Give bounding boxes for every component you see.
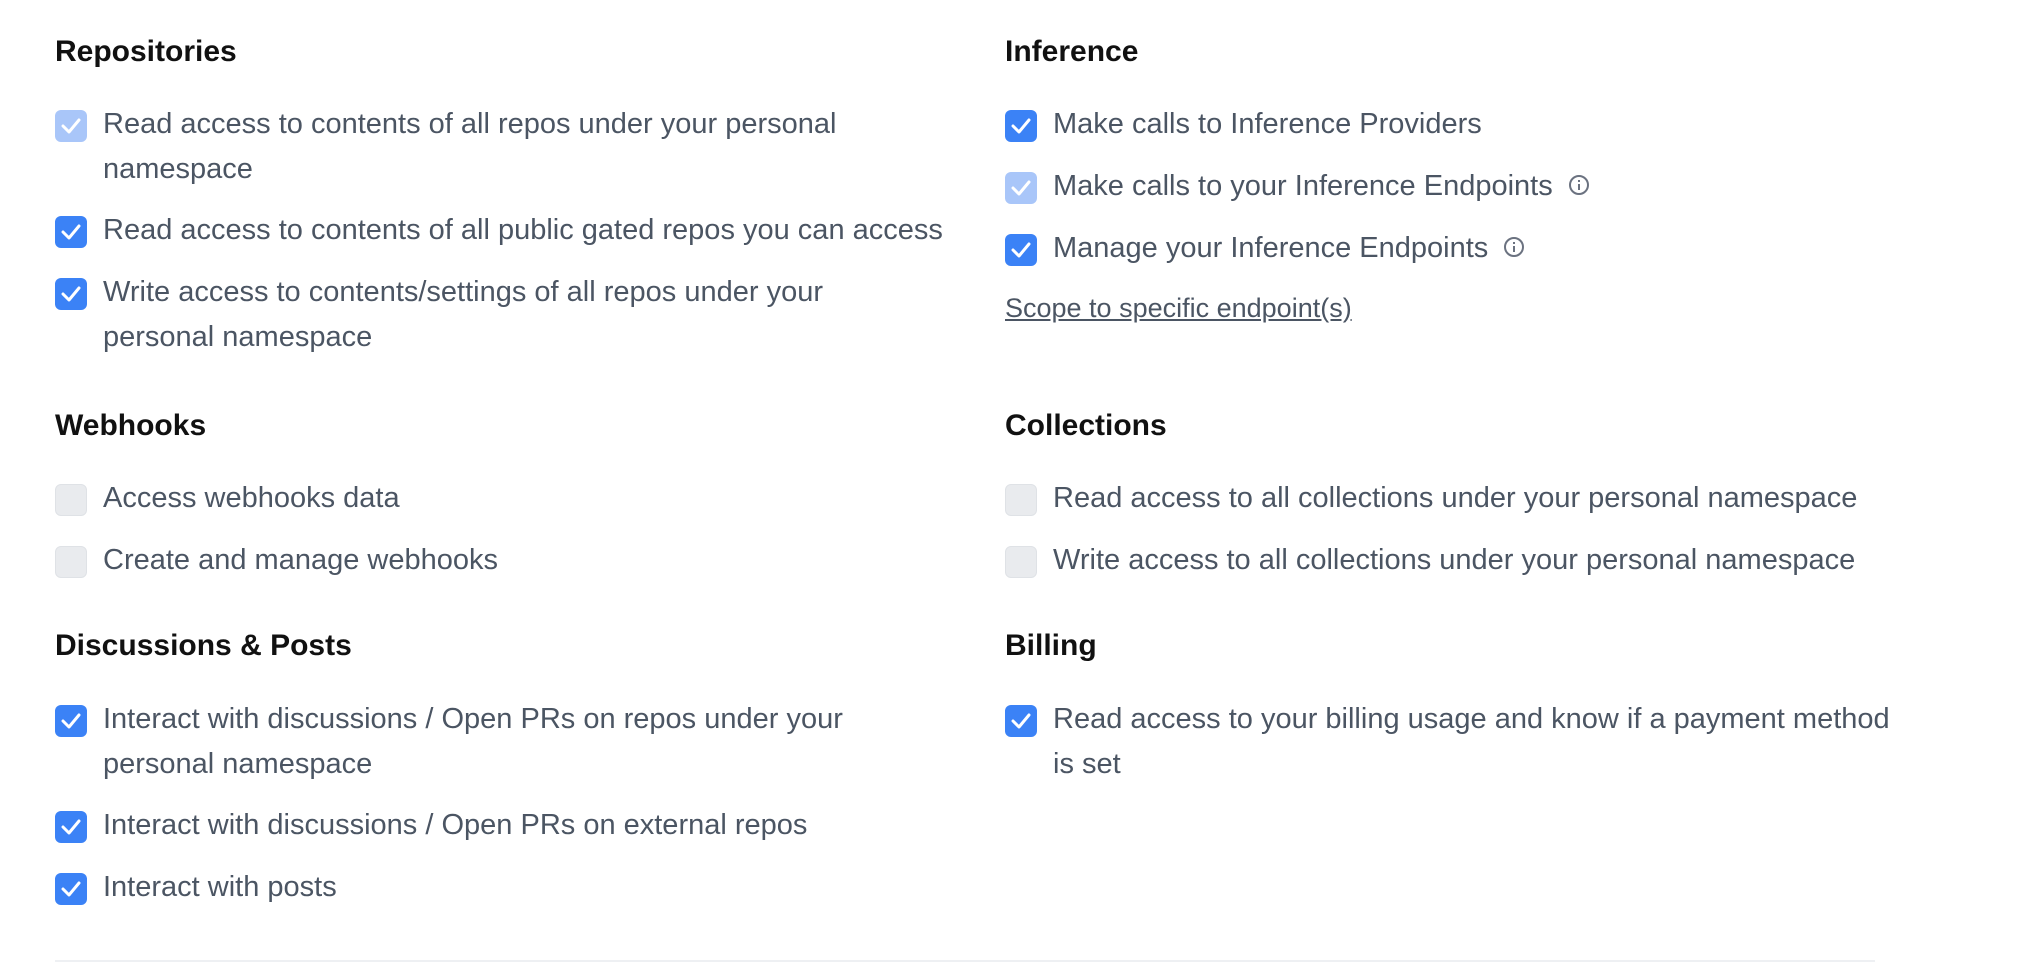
option-access-webhooks[interactable]: Access webhooks data — [55, 476, 935, 521]
checkbox-read-collections[interactable] — [1005, 484, 1037, 516]
label-inference-providers: Make calls to Inference Providers — [1053, 108, 1482, 140]
label-inference-endpoints-calls: Make calls to your Inference Endpoints — [1053, 170, 1553, 202]
option-read-billing[interactable]: Read access to your billing usage and kn… — [1005, 697, 1905, 787]
label-read-collections: Read access to all collections under you… — [1053, 482, 1858, 514]
label-write-collections: Write access to all collections under yo… — [1053, 544, 1856, 576]
option-read-collections[interactable]: Read access to all collections under you… — [1005, 476, 1905, 521]
label-manage-webhooks: Create and manage webhooks — [103, 544, 498, 576]
section-title-inference: Inference — [1005, 35, 1139, 68]
checkbox-inference-providers[interactable] — [1005, 110, 1037, 142]
checkbox-write-personal-repos[interactable] — [55, 278, 87, 310]
checkbox-manage-inference-endpoints[interactable] — [1005, 234, 1037, 266]
option-inference-providers[interactable]: Make calls to Inference Providers — [1005, 102, 1905, 147]
label-read-personal-repos: Read access to contents of all repos und… — [103, 108, 837, 185]
section-title-discussions: Discussions & Posts — [55, 629, 352, 662]
checkbox-discussions-external[interactable] — [55, 811, 87, 843]
label-inference-endpoints-calls-wrap: Make calls to your Inference Endpoints — [1053, 164, 1905, 209]
option-discussions-personal[interactable]: Interact with discussions / Open PRs on … — [55, 697, 935, 787]
label-manage-inference-endpoints: Manage your Inference Endpoints — [1053, 232, 1489, 264]
checkmark-icon — [61, 224, 81, 240]
section-title-billing: Billing — [1005, 629, 1097, 662]
checkmark-icon — [61, 118, 81, 134]
checkmark-icon — [61, 713, 81, 729]
checkbox-manage-webhooks[interactable] — [55, 546, 87, 578]
label-read-billing: Read access to your billing usage and kn… — [1053, 703, 1890, 780]
info-icon[interactable] — [1504, 237, 1525, 258]
checkmark-icon — [61, 286, 81, 302]
label-access-webhooks: Access webhooks data — [103, 482, 400, 514]
section-title-collections: Collections — [1005, 409, 1167, 442]
checkmark-icon — [61, 881, 81, 897]
label-read-gated-repos: Read access to contents of all public ga… — [103, 214, 943, 246]
checkmark-icon — [1011, 180, 1031, 196]
option-read-personal-repos[interactable]: Read access to contents of all repos und… — [55, 102, 935, 192]
checkmark-icon — [61, 819, 81, 835]
section-title-repositories: Repositories — [55, 35, 237, 68]
option-manage-inference-endpoints[interactable]: Manage your Inference Endpoints — [1005, 226, 1905, 271]
checkmark-icon — [1011, 713, 1031, 729]
checkbox-read-gated-repos[interactable] — [55, 216, 87, 248]
label-write-personal-repos: Write access to contents/settings of all… — [103, 276, 823, 353]
option-read-gated-repos[interactable]: Read access to contents of all public ga… — [55, 208, 943, 253]
label-manage-inference-endpoints-wrap: Manage your Inference Endpoints — [1053, 226, 1905, 271]
option-write-personal-repos[interactable]: Write access to contents/settings of all… — [55, 270, 935, 360]
label-interact-posts: Interact with posts — [103, 871, 337, 903]
section-title-webhooks: Webhooks — [55, 409, 207, 442]
checkmark-icon — [1011, 242, 1031, 258]
option-inference-endpoints-calls[interactable]: Make calls to your Inference Endpoints — [1005, 164, 1905, 209]
label-discussions-external: Interact with discussions / Open PRs on … — [103, 809, 808, 841]
checkbox-inference-endpoints-calls[interactable] — [1005, 172, 1037, 204]
option-write-collections[interactable]: Write access to all collections under yo… — [1005, 538, 1905, 583]
scope-endpoints-link[interactable]: Scope to specific endpoint(s) — [1005, 288, 1352, 328]
checkbox-discussions-personal[interactable] — [55, 705, 87, 737]
checkbox-write-collections[interactable] — [1005, 546, 1037, 578]
option-manage-webhooks[interactable]: Create and manage webhooks — [55, 538, 935, 583]
label-discussions-personal: Interact with discussions / Open PRs on … — [103, 703, 843, 780]
checkbox-read-billing[interactable] — [1005, 705, 1037, 737]
option-interact-posts[interactable]: Interact with posts — [55, 865, 935, 910]
checkbox-read-personal-repos[interactable] — [55, 110, 87, 142]
info-icon[interactable] — [1568, 175, 1589, 196]
option-discussions-external[interactable]: Interact with discussions / Open PRs on … — [55, 803, 935, 848]
checkbox-interact-posts[interactable] — [55, 873, 87, 905]
checkbox-access-webhooks[interactable] — [55, 484, 87, 516]
checkmark-icon — [1011, 118, 1031, 134]
